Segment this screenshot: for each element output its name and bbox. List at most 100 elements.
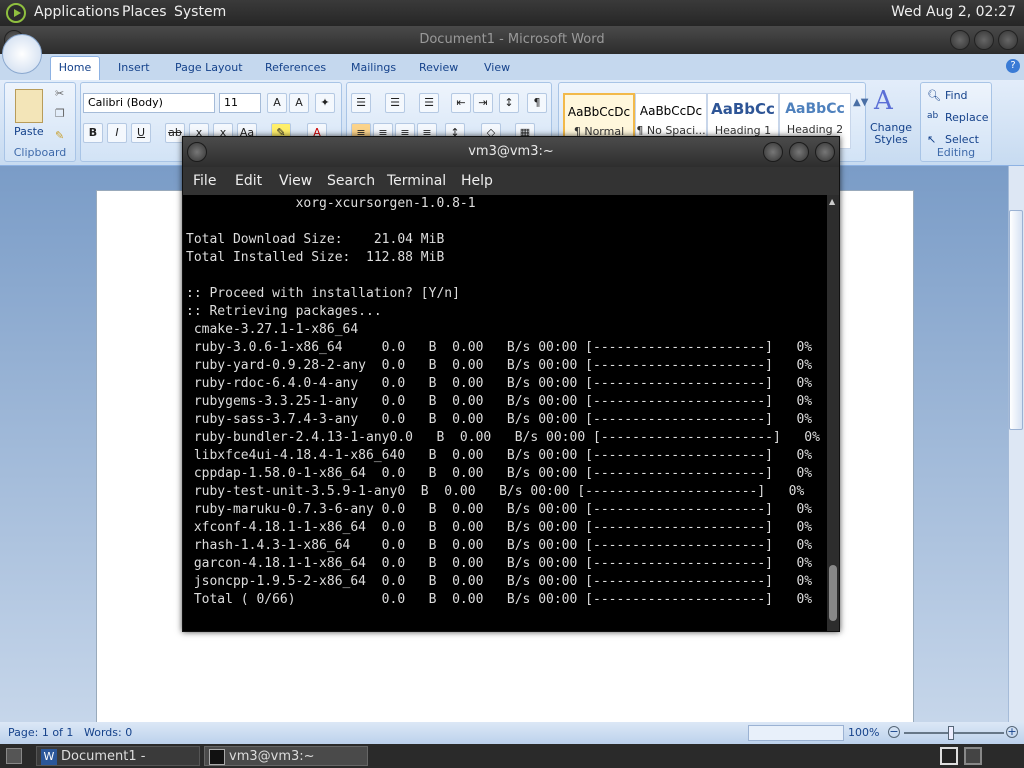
find-icon[interactable]: 🔍︎ [927,89,941,102]
word-close-button[interactable] [998,30,1018,50]
tab-mailings[interactable]: Mailings [351,61,396,74]
underline-icon[interactable]: U [131,123,151,143]
find-button[interactable]: Find [945,89,968,102]
terminal-menu-file[interactable]: File [193,173,216,189]
terminal-menu-edit[interactable]: Edit [235,173,262,189]
help-icon[interactable]: ? [1006,59,1020,73]
bold-icon[interactable]: B [83,123,103,143]
change-styles-button[interactable]: A Change Styles [866,84,914,160]
zoom-slider[interactable] [904,732,1004,734]
terminal-menu-bar: File Edit View Search Terminal Help [183,167,839,195]
clipboard-label: Clipboard [13,146,67,159]
change-styles-label: Change Styles [869,121,913,146]
grow-font-icon[interactable]: A [267,93,287,113]
terminal-scroll-up-icon[interactable]: ▲ [829,197,835,206]
terminal-line: libxfce4ui-4.18.4-1-x86_640 B 0.00 B/s 0… [186,448,813,463]
terminal-menu-help[interactable]: Help [461,173,493,189]
zoom-out-icon[interactable]: − [888,726,900,738]
terminal-line: ruby-3.0.6-1-x86_64 0.0 B 0.00 B/s 00:00… [186,340,813,355]
decrease-indent-icon[interactable]: ⇤ [451,93,471,113]
clipboard-group: Paste ✂ ❐ ✎ Clipboard [4,82,76,162]
clock[interactable]: Wed Aug 2, 02:27 [891,4,1016,20]
places-menu[interactable]: Places [122,4,167,20]
word-title-bar: Document1 - Microsoft Word [0,26,1024,54]
italic-icon[interactable]: I [107,123,127,143]
terminal-line: xfconf-4.18.1-1-x86_64 0.0 B 0.00 B/s 00… [186,520,813,535]
terminal-line: Total Download Size: 21.04 MiB [186,232,445,247]
terminal-title: vm3@vm3:~ [468,144,554,159]
font-size-combo[interactable]: 11 [219,93,261,113]
zoom-in-icon[interactable]: + [1006,726,1018,738]
office-button[interactable] [2,34,42,74]
show-desktop-button[interactable] [4,746,22,766]
terminal-line: Total Installed Size: 112.88 MiB [186,250,445,265]
multilevel-list-icon[interactable]: ☰ [419,93,439,113]
terminal-minimize-button[interactable] [763,142,783,162]
tab-insert[interactable]: Insert [118,61,150,74]
taskbar-item-terminal-label: vm3@vm3:~ [229,749,315,764]
terminal-output[interactable]: xorg-xcursorgen-1.0.8-1 Total Download Si… [183,195,827,631]
terminal-maximize-button[interactable] [789,142,809,162]
tab-page-layout[interactable]: Page Layout [175,61,243,74]
document-scroll-thumb[interactable] [1009,210,1023,430]
shrink-font-icon[interactable]: A [289,93,309,113]
style-normal-preview: AaBbCcDc [567,105,631,119]
terminal-line: :: Retrieving packages... [186,304,382,319]
workspace-2[interactable] [964,747,982,765]
paste-button[interactable]: Paste [14,125,44,138]
show-marks-icon[interactable]: ¶ [527,93,547,113]
terminal-menu-view[interactable]: View [279,173,312,189]
system-menu[interactable]: System [174,4,226,20]
select-icon[interactable]: ↖ [927,133,936,146]
replace-button[interactable]: Replace [945,111,989,124]
replace-icon[interactable]: ab [927,111,938,121]
format-painter-icon[interactable]: ✎ [55,129,64,142]
terminal-line: ruby-yard-0.9.28-2-any 0.0 B 0.00 B/s 00… [186,358,813,373]
tab-references[interactable]: References [265,61,326,74]
zoom-level[interactable]: 100% [848,726,879,739]
numbering-icon[interactable]: ☰ [385,93,405,113]
style-no-spacing-preview: AaBbCcDc [639,104,703,118]
terminal-scroll-thumb[interactable] [829,565,837,621]
cut-icon[interactable]: ✂ [55,87,64,100]
show-desktop-icon [6,748,22,764]
terminal-window-menu-button[interactable] [187,142,207,162]
view-buttons[interactable] [748,725,844,741]
terminal-window: vm3@vm3:~ File Edit View Search Terminal… [182,136,840,632]
terminal-close-button[interactable] [815,142,835,162]
increase-indent-icon[interactable]: ⇥ [473,93,493,113]
taskbar-item-terminal[interactable]: vm3@vm3:~ [204,746,368,766]
terminal-line: :: Proceed with installation? [Y/n] [186,286,460,301]
taskbar-item-word[interactable]: W Document1 - Micros... [36,746,200,766]
top-panel: Applications Places System Wed Aug 2, 02… [0,0,1024,26]
editing-label: Editing [936,146,976,159]
copy-icon[interactable]: ❐ [55,107,65,120]
word-count[interactable]: Words: 0 [84,726,132,739]
distro-logo-icon[interactable] [6,3,26,23]
terminal-menu-search[interactable]: Search [327,173,375,189]
taskbar: W Document1 - Micros... vm3@vm3:~ [0,744,1024,768]
tab-view[interactable]: View [484,61,510,74]
page-count[interactable]: Page: 1 of 1 [8,726,73,739]
workspace-1[interactable] [940,747,958,765]
word-minimize-button[interactable] [950,30,970,50]
paste-icon[interactable] [15,89,43,123]
terminal-menu-terminal[interactable]: Terminal [387,173,446,189]
select-button[interactable]: Select [945,133,979,146]
tab-review[interactable]: Review [419,61,458,74]
style-heading-2-label: Heading 2 [786,123,844,136]
sort-icon[interactable]: ↕ [499,93,519,113]
word-app-icon: W [41,749,57,765]
terminal-title-bar[interactable]: vm3@vm3:~ [183,137,839,167]
word-window-title: Document1 - Microsoft Word [419,32,605,47]
zoom-slider-thumb[interactable] [948,726,954,740]
clear-format-icon[interactable]: ✦ [315,93,335,113]
bullets-icon[interactable]: ☰ [351,93,371,113]
terminal-line: ruby-rdoc-6.4.0-4-any 0.0 B 0.00 B/s 00:… [186,376,813,391]
applications-menu[interactable]: Applications [34,4,120,20]
change-styles-icon: A [874,86,893,116]
tab-home[interactable]: Home [50,56,100,80]
word-maximize-button[interactable] [974,30,994,50]
font-name-combo[interactable]: Calibri (Body) [83,93,215,113]
